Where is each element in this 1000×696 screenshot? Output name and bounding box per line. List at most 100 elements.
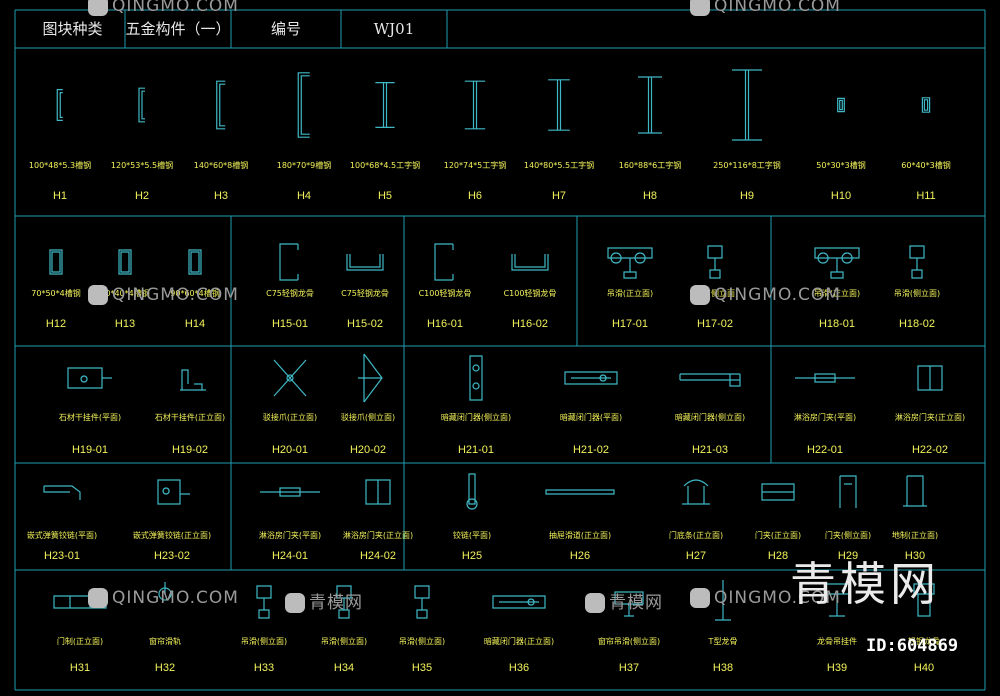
- symbol-label: 140*80*5.5工字钢: [523, 161, 595, 170]
- symbol-label: 暗藏闭门器(正立面): [483, 637, 555, 646]
- channel-steel-icon: [56, 89, 63, 121]
- door-clamp-icon: [761, 483, 795, 501]
- symbol-code: H28: [767, 550, 789, 562]
- symbol-code: H32: [154, 662, 176, 674]
- hanging-roller-side-icon: [707, 245, 723, 279]
- symbol-code: H31: [69, 662, 91, 674]
- watermark: QINGMO.COM: [88, 0, 239, 16]
- u-track-icon: [511, 254, 549, 271]
- symbol-label: 门底条(正立面): [668, 531, 724, 540]
- shower-clamp-plan-icon: [260, 487, 320, 497]
- brand-logo: 青模网: [790, 557, 940, 611]
- spider-fitting-side-icon: [358, 353, 383, 403]
- symbol-label: 窗帘滑轨: [149, 637, 181, 646]
- shower-clamp-elev-icon: [917, 365, 943, 391]
- hanging-roller-icon: [814, 247, 860, 279]
- header-category-label: 图块种类: [42, 20, 103, 38]
- symbol-label: 嵌式弹簧铰链(平面): [26, 531, 98, 540]
- symbol-code: H21-03: [691, 444, 729, 456]
- symbol-code: H36: [508, 662, 530, 674]
- symbol-code: H15-02: [346, 318, 384, 330]
- c-stud-icon: [434, 243, 454, 281]
- symbol-label: 淋浴房门夹(平面): [793, 413, 857, 422]
- symbol-code: H19-01: [71, 444, 109, 456]
- door-closer-side-icon: [469, 355, 483, 401]
- hanging-roller-side-icon: [256, 585, 272, 619]
- symbol-code: H12: [45, 318, 67, 330]
- symbol-label: 淋浴房门夹(正立面): [342, 531, 414, 540]
- symbol-label: 吊滑(侧立面): [320, 637, 368, 646]
- rect-tube-icon: [837, 97, 845, 113]
- symbol-label: 驳接爪(正立面): [262, 413, 318, 422]
- symbol-label: 吊滑(侧立面): [893, 289, 941, 298]
- i-beam-icon: [732, 69, 762, 141]
- symbol-code: H17-02: [696, 318, 734, 330]
- symbol-label: C75轻钢龙骨: [266, 289, 314, 298]
- symbol-code: H3: [213, 190, 229, 202]
- symbol-label: 铰链(平面): [452, 531, 492, 540]
- symbol-code: H24-01: [271, 550, 309, 562]
- i-beam-icon: [548, 79, 570, 131]
- symbol-code: H8: [642, 190, 658, 202]
- symbol-label: 180*70*9槽钢: [276, 161, 332, 170]
- header-code-value: WJ01: [373, 20, 415, 38]
- symbol-code: H21-01: [457, 444, 495, 456]
- symbol-label: 暗藏闭门器(侧立面): [440, 413, 512, 422]
- symbol-label: 窗帘吊滑(侧立面): [597, 637, 661, 646]
- door-closer-arm-icon: [679, 373, 741, 387]
- symbol-code: H22-01: [806, 444, 844, 456]
- symbol-code: H21-02: [572, 444, 610, 456]
- symbol-label: 淋浴房门夹(平面): [258, 531, 322, 540]
- symbol-code: H13: [114, 318, 136, 330]
- floor-stop-icon: [903, 475, 927, 507]
- symbol-label: 50*30*3槽钢: [816, 161, 866, 170]
- symbol-code: H7: [551, 190, 567, 202]
- rect-tube-icon: [188, 249, 202, 275]
- symbol-code: H1: [52, 190, 68, 202]
- symbol-label: 吊滑(侧立面): [398, 637, 446, 646]
- symbol-label: 吊滑(侧立面): [240, 637, 288, 646]
- symbol-code: H23-01: [43, 550, 81, 562]
- symbol-code: H20-01: [271, 444, 309, 456]
- hanging-roller-side-icon: [909, 245, 925, 279]
- symbol-label: C100轻钢龙骨: [418, 289, 472, 298]
- symbol-label: 吊滑(正立面): [606, 289, 654, 298]
- symbol-label: 石材干挂件(平面): [58, 413, 122, 422]
- symbol-code: H18-01: [818, 318, 856, 330]
- shower-clamp-plan-icon: [795, 373, 855, 383]
- symbol-code: H34: [333, 662, 355, 674]
- symbol-label: 嵌式弹簧铰链(正立面): [132, 531, 212, 540]
- symbol-code: H27: [685, 550, 707, 562]
- channel-steel-icon: [216, 80, 226, 130]
- symbol-label: 160*88*6工字钢: [618, 161, 682, 170]
- symbol-code: H22-02: [911, 444, 949, 456]
- hanging-roller-side-icon: [414, 585, 430, 619]
- symbol-code: H23-02: [153, 550, 191, 562]
- symbol-label: 100*48*5.3槽钢: [28, 161, 92, 170]
- header-code-label: 编号: [270, 20, 301, 38]
- i-beam-icon: [638, 76, 662, 134]
- symbol-code: H14: [184, 318, 206, 330]
- symbol-code: H24-02: [359, 550, 397, 562]
- c-stud-icon: [279, 243, 299, 281]
- symbol-code: H33: [253, 662, 275, 674]
- watermark: 青模网: [585, 588, 663, 613]
- watermark: QINGMO.COM: [690, 285, 841, 305]
- symbol-code: H15-01: [271, 318, 309, 330]
- symbol-code: H38: [712, 662, 734, 674]
- symbol-label: 60*40*3槽钢: [901, 161, 951, 170]
- symbol-label: 100*68*4.5工字钢: [349, 161, 421, 170]
- u-track-icon: [346, 254, 384, 271]
- symbol-code: H2: [134, 190, 150, 202]
- door-closer-plan-icon: [492, 595, 546, 609]
- symbol-code: H17-01: [611, 318, 649, 330]
- symbol-code: H16-01: [426, 318, 464, 330]
- symbol-label: 120*53*5.5槽钢: [110, 161, 174, 170]
- spring-hinge-elev-icon: [157, 479, 190, 505]
- symbol-code: H11: [916, 190, 936, 202]
- symbol-code: H39: [826, 662, 848, 674]
- symbol-label: 抽屉滑道(正立面): [548, 531, 612, 540]
- symbol-code: H18-02: [898, 318, 936, 330]
- brand-id: ID:604869: [866, 636, 959, 656]
- symbol-label: 120*74*5工字钢: [443, 161, 507, 170]
